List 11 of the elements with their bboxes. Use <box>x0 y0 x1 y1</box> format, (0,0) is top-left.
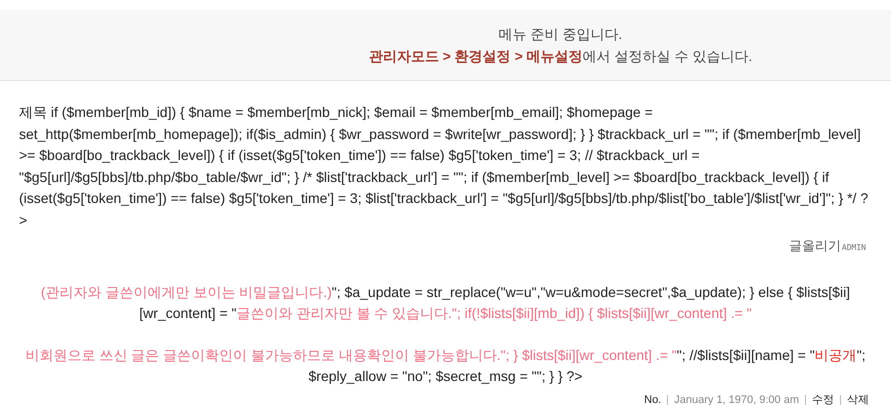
admin-label: ADMIN <box>842 243 866 252</box>
admin-menu-path: 관리자모드 > 환경설정 > 메뉴설정 <box>368 48 583 64</box>
comment-date: January 1, 1970, 9:00 am <box>667 395 799 405</box>
notice-suffix: 에서 설정하실 수 있습니다. <box>582 48 752 64</box>
post-body: 제목 if ($member[mb_id]) { $name = $member[mb_nick]; $email = $member[mb_email]; $homepage = set_http($member[mb_homepage]); if($is_admin) { $wr_password = $write[wr_password]; } } $trackback_url = ""; if ($member[mb_level] >= $board[bo_trackback_level]) { if (isset($g5['token_time']) == false) $g5['token_time'] = 3; // $trackback_url = "$g5[url]/$g5[bbs]/tb.php/$bo_table/$wr_id"; } /* $list['trackback_url'] = ""; if ($member[mb_level] >= $board[bo_trackback_level]) { if (isset($g5['token_time']) == false) $g5['token_time'] = 3; $list['trackback_url'] = "$g5[url]/$g5[bbs]/tb.php/$list['bo_table']/$list['wr_id']"; } */ ?> <box>19 103 870 230</box>
edit-link[interactable]: 수정 <box>805 395 834 405</box>
author-name: 글올리기 <box>788 238 841 253</box>
comment-text: (관리자와 글쓴이에게만 보이는 비밀글입니다.)"; $a_update = str_replace("w=u","w=u&mode=secret",$a_update); } else { $lists[$ii][wr_content] = "글쓴이와 관리자만 볼 수 있습니다."; if(!$lists[$ii][mb_id]) { $lists[$ii][wr_content] .= " 비회원으로 쓰신 글은 글쓴이확인이 불가능하므로 내용확인이 불가능합니다."; } $lists[$ii][wr_content] .= ""; //$lists[$ii][name] = "비공개"; $reply_allow = "no"; $secret_msg = ""; } } ?> <box>24 283 867 386</box>
notice-message: 메뉴 준비 중입니다. <box>498 25 624 44</box>
comment-number: No. <box>644 393 662 405</box>
delete-link[interactable]: 삭제 <box>840 395 869 405</box>
